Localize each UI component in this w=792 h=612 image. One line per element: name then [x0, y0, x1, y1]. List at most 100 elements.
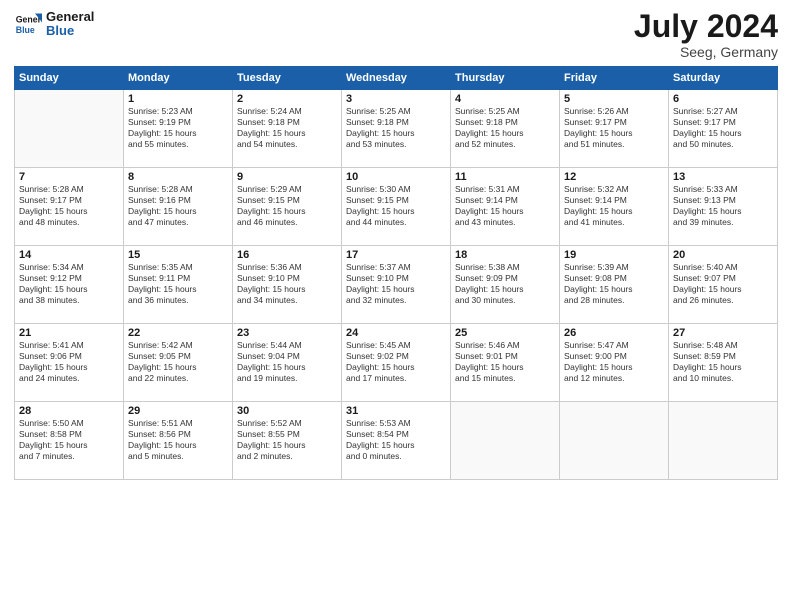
logo-general: General	[46, 10, 94, 24]
cell-text: Sunrise: 5:50 AM Sunset: 8:58 PM Dayligh…	[19, 418, 119, 462]
table-row: 8Sunrise: 5:28 AM Sunset: 9:16 PM Daylig…	[124, 168, 233, 246]
cell-text: Sunrise: 5:26 AM Sunset: 9:17 PM Dayligh…	[564, 106, 664, 150]
day-number: 19	[564, 249, 664, 261]
logo-icon: General Blue	[14, 10, 42, 38]
day-number: 12	[564, 171, 664, 183]
table-row: 6Sunrise: 5:27 AM Sunset: 9:17 PM Daylig…	[669, 90, 778, 168]
day-number: 8	[128, 171, 228, 183]
cell-text: Sunrise: 5:52 AM Sunset: 8:55 PM Dayligh…	[237, 418, 337, 462]
table-row: 21Sunrise: 5:41 AM Sunset: 9:06 PM Dayli…	[15, 324, 124, 402]
day-number: 28	[19, 405, 119, 417]
header-sunday: Sunday	[15, 67, 124, 90]
table-row	[15, 90, 124, 168]
day-number: 27	[673, 327, 773, 339]
day-number: 17	[346, 249, 446, 261]
cell-text: Sunrise: 5:34 AM Sunset: 9:12 PM Dayligh…	[19, 262, 119, 306]
day-number: 29	[128, 405, 228, 417]
table-row: 15Sunrise: 5:35 AM Sunset: 9:11 PM Dayli…	[124, 246, 233, 324]
table-row: 24Sunrise: 5:45 AM Sunset: 9:02 PM Dayli…	[342, 324, 451, 402]
day-number: 3	[346, 93, 446, 105]
table-row: 3Sunrise: 5:25 AM Sunset: 9:18 PM Daylig…	[342, 90, 451, 168]
logo-blue: Blue	[46, 24, 94, 38]
day-number: 15	[128, 249, 228, 261]
cell-text: Sunrise: 5:36 AM Sunset: 9:10 PM Dayligh…	[237, 262, 337, 306]
cell-text: Sunrise: 5:27 AM Sunset: 9:17 PM Dayligh…	[673, 106, 773, 150]
calendar-week-row: 7Sunrise: 5:28 AM Sunset: 9:17 PM Daylig…	[15, 168, 778, 246]
day-number: 2	[237, 93, 337, 105]
day-number: 10	[346, 171, 446, 183]
page: General Blue General Blue July 2024 Seeg…	[0, 0, 792, 612]
table-row: 31Sunrise: 5:53 AM Sunset: 8:54 PM Dayli…	[342, 402, 451, 480]
day-number: 21	[19, 327, 119, 339]
day-number: 30	[237, 405, 337, 417]
day-number: 31	[346, 405, 446, 417]
day-number: 4	[455, 93, 555, 105]
day-number: 23	[237, 327, 337, 339]
header-tuesday: Tuesday	[233, 67, 342, 90]
cell-text: Sunrise: 5:51 AM Sunset: 8:56 PM Dayligh…	[128, 418, 228, 462]
day-number: 6	[673, 93, 773, 105]
header-thursday: Thursday	[451, 67, 560, 90]
cell-text: Sunrise: 5:46 AM Sunset: 9:01 PM Dayligh…	[455, 340, 555, 384]
svg-text:Blue: Blue	[16, 25, 35, 35]
table-row: 29Sunrise: 5:51 AM Sunset: 8:56 PM Dayli…	[124, 402, 233, 480]
table-row: 30Sunrise: 5:52 AM Sunset: 8:55 PM Dayli…	[233, 402, 342, 480]
cell-text: Sunrise: 5:48 AM Sunset: 8:59 PM Dayligh…	[673, 340, 773, 384]
table-row	[451, 402, 560, 480]
cell-text: Sunrise: 5:25 AM Sunset: 9:18 PM Dayligh…	[346, 106, 446, 150]
cell-text: Sunrise: 5:41 AM Sunset: 9:06 PM Dayligh…	[19, 340, 119, 384]
day-number: 24	[346, 327, 446, 339]
month-year: July 2024	[634, 10, 778, 42]
cell-text: Sunrise: 5:53 AM Sunset: 8:54 PM Dayligh…	[346, 418, 446, 462]
table-row: 18Sunrise: 5:38 AM Sunset: 9:09 PM Dayli…	[451, 246, 560, 324]
day-number: 26	[564, 327, 664, 339]
cell-text: Sunrise: 5:39 AM Sunset: 9:08 PM Dayligh…	[564, 262, 664, 306]
cell-text: Sunrise: 5:29 AM Sunset: 9:15 PM Dayligh…	[237, 184, 337, 228]
cell-text: Sunrise: 5:28 AM Sunset: 9:17 PM Dayligh…	[19, 184, 119, 228]
table-row: 5Sunrise: 5:26 AM Sunset: 9:17 PM Daylig…	[560, 90, 669, 168]
table-row	[669, 402, 778, 480]
cell-text: Sunrise: 5:45 AM Sunset: 9:02 PM Dayligh…	[346, 340, 446, 384]
day-number: 1	[128, 93, 228, 105]
table-row: 27Sunrise: 5:48 AM Sunset: 8:59 PM Dayli…	[669, 324, 778, 402]
table-row: 9Sunrise: 5:29 AM Sunset: 9:15 PM Daylig…	[233, 168, 342, 246]
weekday-header-row: Sunday Monday Tuesday Wednesday Thursday…	[15, 67, 778, 90]
table-row: 2Sunrise: 5:24 AM Sunset: 9:18 PM Daylig…	[233, 90, 342, 168]
table-row: 19Sunrise: 5:39 AM Sunset: 9:08 PM Dayli…	[560, 246, 669, 324]
table-row: 17Sunrise: 5:37 AM Sunset: 9:10 PM Dayli…	[342, 246, 451, 324]
table-row: 26Sunrise: 5:47 AM Sunset: 9:00 PM Dayli…	[560, 324, 669, 402]
table-row: 13Sunrise: 5:33 AM Sunset: 9:13 PM Dayli…	[669, 168, 778, 246]
table-row: 16Sunrise: 5:36 AM Sunset: 9:10 PM Dayli…	[233, 246, 342, 324]
cell-text: Sunrise: 5:33 AM Sunset: 9:13 PM Dayligh…	[673, 184, 773, 228]
cell-text: Sunrise: 5:38 AM Sunset: 9:09 PM Dayligh…	[455, 262, 555, 306]
table-row	[560, 402, 669, 480]
day-number: 11	[455, 171, 555, 183]
location: Seeg, Germany	[634, 44, 778, 60]
table-row: 7Sunrise: 5:28 AM Sunset: 9:17 PM Daylig…	[15, 168, 124, 246]
table-row: 28Sunrise: 5:50 AM Sunset: 8:58 PM Dayli…	[15, 402, 124, 480]
table-row: 25Sunrise: 5:46 AM Sunset: 9:01 PM Dayli…	[451, 324, 560, 402]
header-saturday: Saturday	[669, 67, 778, 90]
cell-text: Sunrise: 5:28 AM Sunset: 9:16 PM Dayligh…	[128, 184, 228, 228]
calendar-week-row: 21Sunrise: 5:41 AM Sunset: 9:06 PM Dayli…	[15, 324, 778, 402]
cell-text: Sunrise: 5:44 AM Sunset: 9:04 PM Dayligh…	[237, 340, 337, 384]
table-row: 11Sunrise: 5:31 AM Sunset: 9:14 PM Dayli…	[451, 168, 560, 246]
day-number: 20	[673, 249, 773, 261]
calendar-table: Sunday Monday Tuesday Wednesday Thursday…	[14, 66, 778, 480]
day-number: 13	[673, 171, 773, 183]
cell-text: Sunrise: 5:24 AM Sunset: 9:18 PM Dayligh…	[237, 106, 337, 150]
day-number: 7	[19, 171, 119, 183]
day-number: 14	[19, 249, 119, 261]
header-friday: Friday	[560, 67, 669, 90]
cell-text: Sunrise: 5:32 AM Sunset: 9:14 PM Dayligh…	[564, 184, 664, 228]
day-number: 18	[455, 249, 555, 261]
header: General Blue General Blue July 2024 Seeg…	[14, 10, 778, 60]
calendar-week-row: 1Sunrise: 5:23 AM Sunset: 9:19 PM Daylig…	[15, 90, 778, 168]
cell-text: Sunrise: 5:40 AM Sunset: 9:07 PM Dayligh…	[673, 262, 773, 306]
cell-text: Sunrise: 5:37 AM Sunset: 9:10 PM Dayligh…	[346, 262, 446, 306]
table-row: 23Sunrise: 5:44 AM Sunset: 9:04 PM Dayli…	[233, 324, 342, 402]
table-row: 1Sunrise: 5:23 AM Sunset: 9:19 PM Daylig…	[124, 90, 233, 168]
table-row: 22Sunrise: 5:42 AM Sunset: 9:05 PM Dayli…	[124, 324, 233, 402]
day-number: 25	[455, 327, 555, 339]
cell-text: Sunrise: 5:35 AM Sunset: 9:11 PM Dayligh…	[128, 262, 228, 306]
